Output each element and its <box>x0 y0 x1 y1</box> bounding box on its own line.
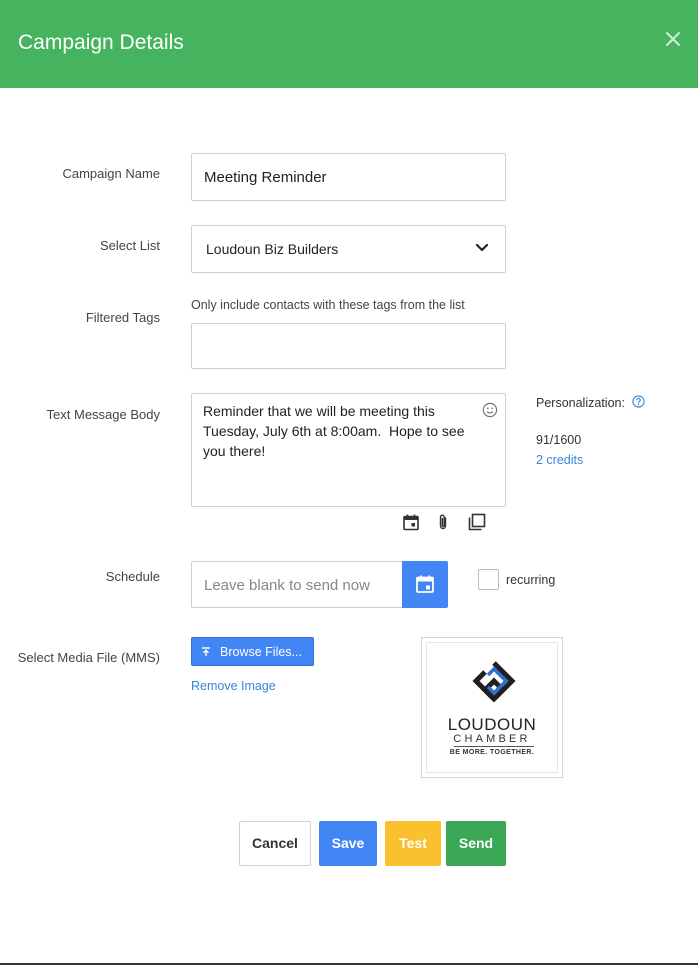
chamber-logo-mark <box>472 661 516 703</box>
select-list-dropdown[interactable]: Loudoun Biz Builders <box>191 225 506 273</box>
message-body-text: Reminder that we will be meeting this Tu… <box>203 403 469 459</box>
select-list-value: Loudoun Biz Builders <box>206 241 339 257</box>
emoji-icon[interactable] <box>482 402 498 418</box>
upload-icon <box>202 647 210 656</box>
save-button[interactable]: Save <box>319 821 377 866</box>
help-icon[interactable] <box>632 395 645 408</box>
character-count: 91/1600 <box>536 433 582 447</box>
modal-title: Campaign Details <box>18 31 184 54</box>
loudoun-chamber-logo: LOUDOUN CHAMBER BE MORE. TOGETHER. <box>426 642 558 773</box>
recurring-checkbox[interactable] <box>478 569 499 590</box>
select-list-label: Select List <box>100 238 160 253</box>
schedule-calendar-button[interactable] <box>402 561 448 608</box>
schedule-label: Schedule <box>105 569 160 584</box>
calendar-icon <box>416 575 434 593</box>
schedule-input[interactable]: Leave blank to send now <box>191 561 403 608</box>
attachment-icon[interactable] <box>433 512 453 532</box>
logo-line1: LOUDOUN <box>447 715 537 734</box>
recurring-label: recurring <box>506 573 556 587</box>
modal-header: Campaign Details <box>0 0 698 88</box>
send-button[interactable]: Send <box>446 821 506 866</box>
filtered-tags-input[interactable] <box>191 323 506 369</box>
logo-line2: CHAMBER <box>453 733 531 745</box>
calendar-icon[interactable] <box>401 512 421 532</box>
personalization-label: Personalization: <box>536 396 625 410</box>
browse-files-button[interactable]: Browse Files... <box>191 637 314 666</box>
remove-image-link[interactable]: Remove Image <box>191 679 276 693</box>
schedule-placeholder: Leave blank to send now <box>204 577 370 594</box>
campaign-name-input[interactable]: Meeting Reminder <box>191 153 506 201</box>
close-button[interactable] <box>662 28 684 50</box>
copy-icon[interactable] <box>467 512 487 532</box>
cancel-button[interactable]: Cancel <box>239 821 311 866</box>
message-body-textarea[interactable]: Reminder that we will be meeting this Tu… <box>191 393 506 507</box>
filtered-tags-hint: Only include contacts with these tags fr… <box>191 298 465 312</box>
browse-files-label: Browse Files... <box>220 645 302 659</box>
chevron-down-icon <box>475 243 489 252</box>
test-button[interactable]: Test <box>385 821 441 866</box>
credits-link[interactable]: 2 credits <box>536 453 583 467</box>
media-preview: LOUDOUN CHAMBER BE MORE. TOGETHER. <box>421 637 563 778</box>
logo-tagline: BE MORE. TOGETHER. <box>449 749 535 756</box>
campaign-name-value: Meeting Reminder <box>204 169 327 186</box>
logo-divider <box>454 746 534 747</box>
campaign-name-label: Campaign Name <box>62 166 160 181</box>
close-icon <box>666 32 680 46</box>
message-body-label: Text Message Body <box>46 407 160 422</box>
filtered-tags-label: Filtered Tags <box>85 310 160 325</box>
media-file-label: Select Media File (MMS) <box>17 650 160 665</box>
